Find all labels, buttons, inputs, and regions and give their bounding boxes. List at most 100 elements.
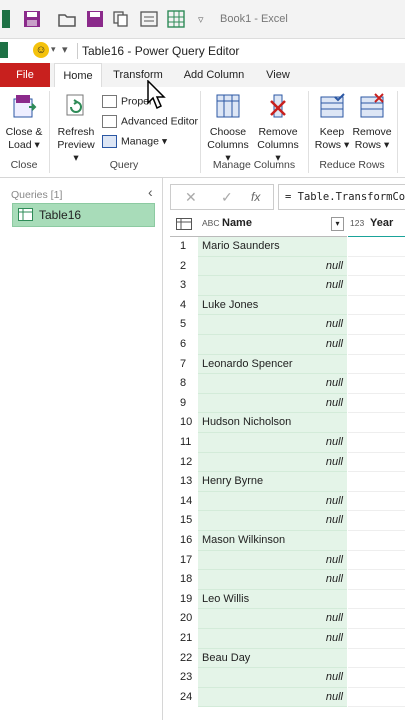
name-cell[interactable]: null bbox=[198, 433, 347, 453]
tab-file[interactable]: File bbox=[0, 63, 50, 87]
year-cell[interactable] bbox=[348, 413, 405, 433]
manage-button[interactable]: Manage ▾ bbox=[102, 135, 167, 148]
year-cell[interactable] bbox=[348, 570, 405, 590]
year-cell[interactable] bbox=[348, 589, 405, 610]
year-cell[interactable] bbox=[348, 668, 405, 688]
year-cell[interactable] bbox=[348, 687, 405, 708]
year-cell[interactable] bbox=[348, 276, 405, 296]
name-cell[interactable]: Mario Saunders bbox=[198, 237, 347, 257]
column-filter-icon[interactable]: ▾ bbox=[331, 217, 344, 231]
remove-columns-button[interactable]: Remove Columns ▾ bbox=[254, 93, 302, 165]
name-cell[interactable]: null bbox=[198, 687, 347, 708]
fx-icon[interactable]: fx bbox=[251, 190, 260, 204]
name-cell[interactable]: Beau Day bbox=[198, 648, 347, 669]
table-row[interactable]: 23 null bbox=[170, 668, 405, 688]
table-row[interactable]: 16 Mason Wilkinson bbox=[170, 531, 405, 551]
table-row[interactable]: 7 Leonardo Spencer bbox=[170, 354, 405, 375]
year-cell[interactable] bbox=[348, 629, 405, 649]
year-cell[interactable] bbox=[348, 433, 405, 453]
table-row[interactable]: 24 null bbox=[170, 687, 405, 708]
name-cell[interactable]: Leonardo Spencer bbox=[198, 354, 347, 375]
formula-input[interactable]: = Table.TransformCo bbox=[278, 184, 405, 210]
name-cell[interactable]: null bbox=[198, 393, 347, 414]
name-cell[interactable]: null bbox=[198, 452, 347, 473]
name-cell[interactable]: null bbox=[198, 491, 347, 512]
year-cell[interactable] bbox=[348, 237, 405, 257]
table-row[interactable]: 2 null bbox=[170, 256, 405, 277]
year-cell[interactable] bbox=[348, 550, 405, 571]
name-cell[interactable]: Mason Wilkinson bbox=[198, 531, 347, 551]
year-cell[interactable] bbox=[348, 295, 405, 316]
column-header-year[interactable]: 123 Year bbox=[348, 212, 405, 238]
close-and-load-button[interactable]: Close & Load ▾ bbox=[4, 93, 44, 152]
column-header-name[interactable]: ABC Name ▾ bbox=[198, 212, 347, 237]
open-folder-icon[interactable] bbox=[58, 10, 76, 28]
table-row[interactable]: 11 null bbox=[170, 433, 405, 453]
table-row[interactable]: 19 Leo Willis bbox=[170, 589, 405, 610]
table-row[interactable]: 6 null bbox=[170, 335, 405, 355]
copy-icon[interactable] bbox=[112, 10, 130, 28]
collapse-pane-icon[interactable]: ‹ bbox=[148, 184, 153, 200]
table-icon[interactable] bbox=[167, 10, 185, 28]
form-icon[interactable] bbox=[140, 10, 158, 28]
tab-home[interactable]: Home bbox=[54, 63, 102, 88]
year-cell[interactable] bbox=[348, 648, 405, 669]
table-row[interactable]: 9 null bbox=[170, 393, 405, 414]
name-cell[interactable]: null bbox=[198, 511, 347, 531]
table-row[interactable]: 18 null bbox=[170, 570, 405, 590]
year-cell[interactable] bbox=[348, 472, 405, 492]
year-cell[interactable] bbox=[348, 511, 405, 531]
name-cell[interactable]: null bbox=[198, 315, 347, 335]
year-cell[interactable] bbox=[348, 491, 405, 512]
name-cell[interactable]: null bbox=[198, 256, 347, 277]
year-cell[interactable] bbox=[348, 335, 405, 355]
keep-rows-button[interactable]: Keep Rows ▾ bbox=[312, 93, 352, 152]
name-cell[interactable]: null bbox=[198, 335, 347, 355]
save-as-icon[interactable] bbox=[86, 10, 104, 28]
name-cell[interactable]: null bbox=[198, 550, 347, 571]
table-row[interactable]: 10 Hudson Nicholson bbox=[170, 413, 405, 433]
refresh-preview-button[interactable]: Refresh Preview ▾ bbox=[54, 93, 98, 165]
query-item[interactable]: Table16 bbox=[12, 203, 155, 227]
save-icon[interactable] bbox=[23, 10, 41, 28]
remove-rows-button[interactable]: Remove Rows ▾ bbox=[352, 93, 392, 152]
cancel-icon[interactable]: ✕ bbox=[185, 189, 197, 206]
name-cell[interactable]: Hudson Nicholson bbox=[198, 413, 347, 433]
properties-button[interactable]: Proper bbox=[102, 95, 153, 108]
year-cell[interactable] bbox=[348, 609, 405, 629]
table-row[interactable]: 14 null bbox=[170, 491, 405, 512]
table-menu-button[interactable] bbox=[170, 212, 198, 237]
qat-dropdown-icon[interactable]: ▿ bbox=[198, 13, 204, 26]
table-row[interactable]: 22 Beau Day bbox=[170, 648, 405, 669]
name-cell[interactable]: null bbox=[198, 374, 347, 394]
table-row[interactable]: 8 null bbox=[170, 374, 405, 394]
year-cell[interactable] bbox=[348, 452, 405, 473]
name-cell[interactable]: null bbox=[198, 668, 347, 688]
table-row[interactable]: 3 null bbox=[170, 276, 405, 296]
year-cell[interactable] bbox=[348, 374, 405, 394]
table-row[interactable]: 17 null bbox=[170, 550, 405, 571]
smiley-dropdown-icon[interactable]: ▾ bbox=[51, 44, 56, 55]
year-cell[interactable] bbox=[348, 393, 405, 414]
table-row[interactable]: 12 null bbox=[170, 452, 405, 473]
table-row[interactable]: 20 null bbox=[170, 609, 405, 629]
table-row[interactable]: 21 null bbox=[170, 629, 405, 649]
choose-columns-button[interactable]: Choose Columns ▾ bbox=[204, 93, 252, 165]
number-type-icon[interactable]: 123 bbox=[350, 218, 364, 228]
tab-view[interactable]: View bbox=[258, 63, 298, 87]
confirm-icon[interactable]: ✓ bbox=[221, 189, 233, 206]
name-cell[interactable]: Henry Byrne bbox=[198, 472, 347, 492]
name-cell[interactable]: Leo Willis bbox=[198, 589, 347, 610]
year-cell[interactable] bbox=[348, 315, 405, 335]
name-cell[interactable]: Luke Jones bbox=[198, 295, 347, 316]
name-cell[interactable]: null bbox=[198, 609, 347, 629]
table-row[interactable]: 13 Henry Byrne bbox=[170, 472, 405, 492]
year-cell[interactable] bbox=[348, 354, 405, 375]
table-row[interactable]: 4 Luke Jones bbox=[170, 295, 405, 316]
table-row[interactable]: 5 null bbox=[170, 315, 405, 335]
table-row[interactable]: 15 null bbox=[170, 511, 405, 531]
name-cell[interactable]: null bbox=[198, 570, 347, 590]
text-type-icon[interactable]: ABC bbox=[202, 218, 219, 228]
tab-add-column[interactable]: Add Column bbox=[180, 63, 248, 87]
advanced-editor-button[interactable]: Advanced Editor bbox=[102, 115, 198, 128]
